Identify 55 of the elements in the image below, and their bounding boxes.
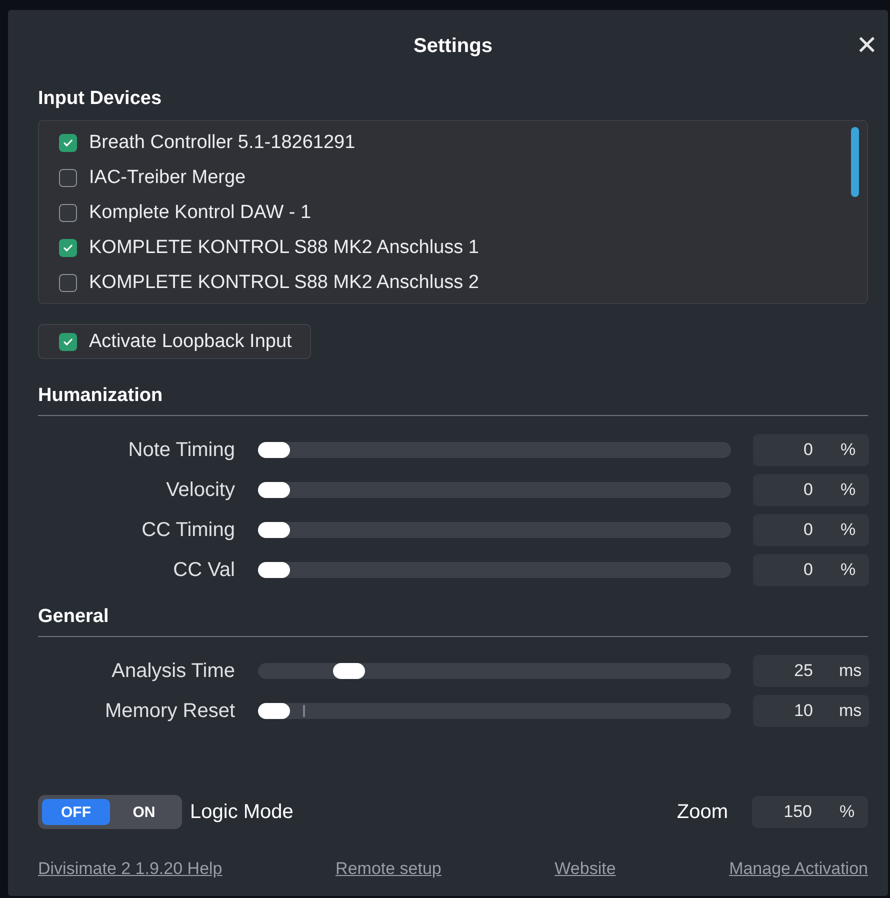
footer-link[interactable]: Manage Activation <box>729 859 868 879</box>
footer-link[interactable]: Remote setup <box>336 859 442 879</box>
value-field[interactable]: 25 ms <box>753 655 869 687</box>
device-label: IAC-Treiber Merge <box>89 166 246 188</box>
checkbox[interactable] <box>59 274 77 292</box>
check-icon <box>62 336 74 348</box>
close-button[interactable]: ✕ <box>856 30 878 60</box>
checkbox[interactable] <box>59 204 77 222</box>
slider-thumb[interactable] <box>258 442 290 458</box>
footer-link[interactable]: Divisimate 2 1.9.20 Help <box>38 859 222 879</box>
value-field[interactable]: 10 ms <box>753 695 869 727</box>
check-icon <box>62 136 74 148</box>
checkbox[interactable] <box>59 238 77 256</box>
slider-track[interactable] <box>258 663 731 679</box>
zoom-field[interactable]: 150 % <box>752 796 868 828</box>
device-label: KOMPLETE KONTROL S88 MK2 Anschluss 2 <box>89 272 479 294</box>
checkbox[interactable] <box>59 134 77 152</box>
zoom-label: Zoom <box>676 800 728 824</box>
loopback-toggle[interactable]: Activate Loopback Input <box>38 324 311 359</box>
check-icon <box>62 242 74 254</box>
slider-track[interactable] <box>258 703 731 719</box>
checkbox[interactable] <box>59 168 77 186</box>
slider-label: CC Val <box>172 558 235 582</box>
value-field[interactable]: 0 % <box>753 514 869 546</box>
footer-link[interactable]: Website <box>554 859 616 879</box>
device-label: KOMPLETE KONTROL S88 MK2 Anschluss 1 <box>89 236 479 258</box>
slider-track[interactable] <box>258 482 731 498</box>
section-heading: Input Devices <box>38 88 163 110</box>
value-field[interactable]: 0 % <box>753 554 869 586</box>
device-label: Breath Controller 5.1-18261291 <box>89 132 356 154</box>
scrollbar-thumb[interactable] <box>851 127 859 197</box>
slider-track[interactable] <box>258 522 731 538</box>
slider-track[interactable] <box>258 562 731 578</box>
device-label: Komplete Kontrol DAW - 1 <box>89 202 312 224</box>
slider-track[interactable] <box>258 442 731 458</box>
value-field[interactable]: 0 % <box>753 434 869 466</box>
value-field[interactable]: 0 % <box>753 474 869 506</box>
slider-thumb[interactable] <box>258 703 290 719</box>
slider-thumb[interactable] <box>258 522 290 538</box>
slider-label: Analysis Time <box>110 660 235 682</box>
switch-label: Logic Mode <box>190 800 294 824</box>
section-heading: Humanization <box>38 385 868 416</box>
switch-option[interactable]: OFF <box>42 799 110 825</box>
section-heading: General <box>38 606 868 637</box>
slider-label: CC Timing <box>140 518 235 542</box>
slider-thumb[interactable] <box>258 482 290 498</box>
mode-switch[interactable]: OFF ON <box>38 795 182 829</box>
slider-label: Velocity <box>165 478 235 502</box>
slider-thumb[interactable] <box>258 562 290 578</box>
slider-thumb[interactable] <box>332 663 365 679</box>
switch-option[interactable]: ON <box>110 799 178 825</box>
slider-label: Note Timing <box>127 438 235 462</box>
window-title: Settings <box>414 34 492 58</box>
slider-label: Memory Reset <box>104 700 235 722</box>
checkbox[interactable] <box>59 332 77 350</box>
